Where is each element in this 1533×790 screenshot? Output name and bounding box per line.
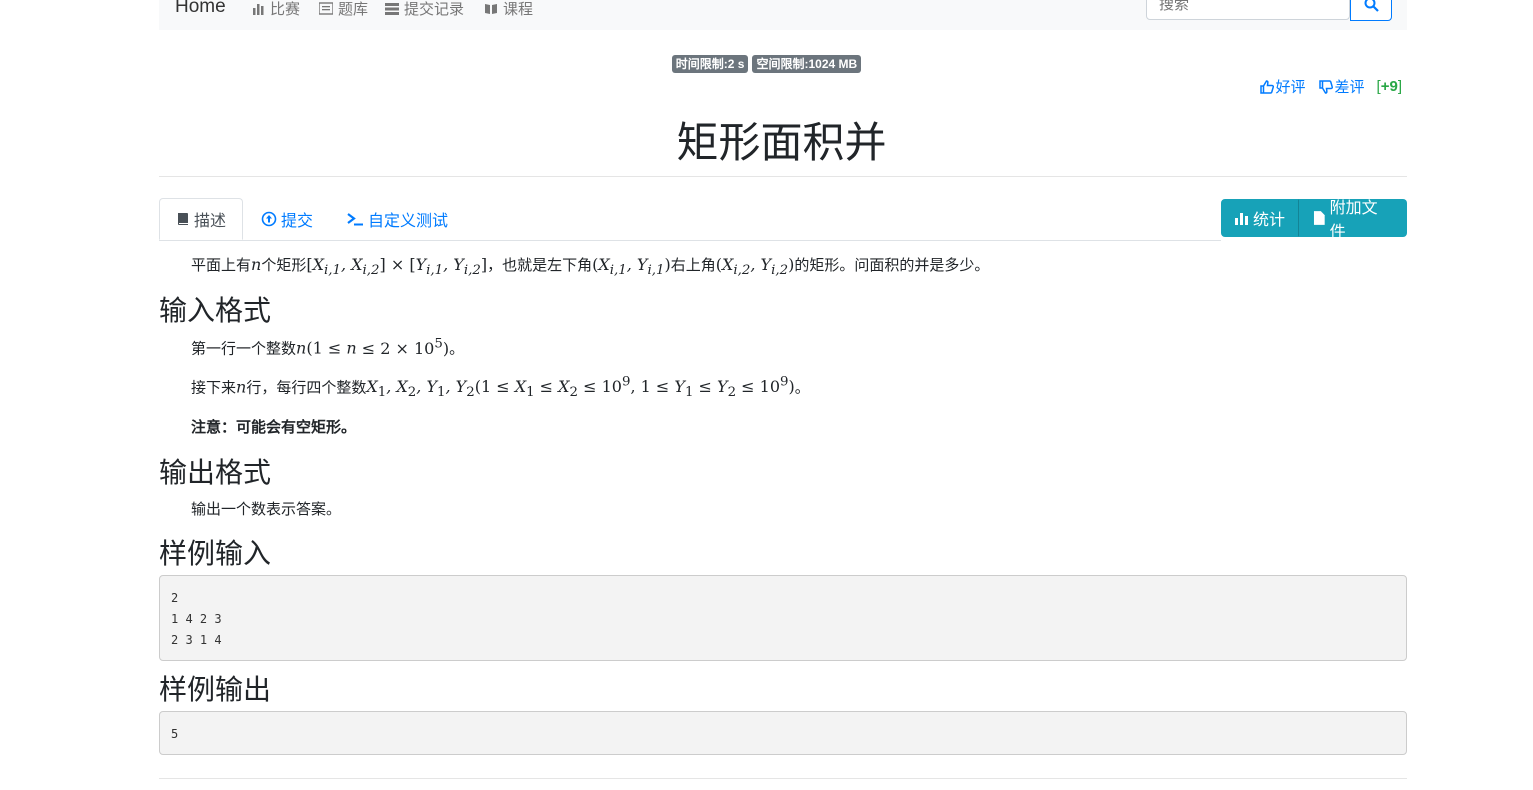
votes: 好评 差评 [+9] [1259,76,1402,97]
list-icon [319,2,333,15]
thumbs-down-icon [1318,79,1333,94]
input-line-1: 第一行一个整数n(1 ≤ n ≤ 2 × 105)。 [159,336,1407,358]
text: 平面上有 [191,257,252,274]
text: 。 [449,340,465,358]
stats-button-label: 统计 [1253,212,1286,229]
tab-label: 自定义测试 [368,213,449,230]
sample-input-heading: 样例输入 [159,538,272,570]
text: ，也就是左下角 [487,257,593,274]
text: 第一行一个整数 [191,340,297,358]
math: (Xi,2, Yi,2) [715,255,795,279]
navbar: Home 比赛 题库 提交记录 课程 [159,0,1407,30]
math: n [251,255,262,274]
problem-title: 矩形面积并 [676,119,887,166]
time-limit-badge: 时间限制:2 s [671,55,749,73]
tab-description[interactable]: 描述 [159,198,244,240]
downvote-link[interactable]: 差评 [1318,76,1365,97]
math: [Xi,1, Xi,2] × [Yi,1, Yi,2] [306,255,488,279]
math: (Xi,1, Yi,1) [592,255,671,279]
divider [159,176,1407,177]
sample-input-line: 2 3 1 4 [171,633,222,648]
file-icon [1313,211,1325,225]
nav-link-label: 提交记录 [404,1,465,18]
book-icon [485,4,497,14]
output-format-heading: 输出格式 [159,457,272,489]
nav-link-submissions[interactable]: 提交记录 [385,0,464,19]
nav-link-courses[interactable]: 课程 [484,0,533,19]
text: 接下来 [191,378,237,396]
input-format-heading: 输入格式 [159,295,272,327]
text: 右上角 [670,257,716,274]
nav-link-problems[interactable]: 题库 [319,0,368,19]
sample-input-line: 1 4 2 3 [171,612,222,627]
sample-output-heading: 样例输出 [159,674,272,706]
text: 个矩形 [261,257,307,274]
nav-link-label: 题库 [338,1,369,18]
divider [159,778,1407,779]
tab-label: 描述 [194,213,227,230]
description-paragraph: 平面上有n个矩形[Xi,1, Xi,2] × [Yi,1, Yi,2]，也就是左… [159,254,1407,278]
problem-content: 平面上有n个矩形[Xi,1, Xi,2] × [Yi,1, Yi,2]，也就是左… [159,250,1407,756]
sample-output-block[interactable]: 5 [159,711,1407,756]
math: n [236,376,247,396]
search-icon [1364,0,1379,12]
nav-brand[interactable]: Home [175,0,226,18]
text: 。 [794,378,810,396]
memory-limit-badge: 空间限制:1024 MB [752,55,862,73]
bar-chart-icon [253,4,264,15]
nav-link-contests[interactable]: 比赛 [252,0,300,19]
tasks-icon [385,3,399,15]
book-icon [178,213,188,225]
tab-custom-test[interactable]: 自定义测试 [330,198,464,240]
upload-icon [261,211,277,227]
vote-score: [+9] [1376,78,1402,95]
tab-submit[interactable]: 提交 [245,198,329,240]
sample-output-line: 5 [171,727,179,742]
sample-input-line: 2 [171,591,179,606]
search-input[interactable] [1146,0,1350,20]
text: 行，每行四个整数 [246,378,367,396]
stats-button[interactable]: 统计 [1221,199,1298,237]
terminal-icon [347,213,363,226]
downvote-label: 差评 [1334,79,1365,96]
action-buttons: 统计 附加文件 [1221,199,1407,241]
nav-link-label: 课程 [503,1,534,18]
input-note: 注意：可能会有空矩形。 [191,419,357,437]
text: 的矩形。问面积的并是多少。 [794,257,990,274]
thumbs-up-icon [1259,79,1274,94]
input-line-2: 接下来n行，每行四个整数X1, X2, Y1, Y2(1 ≤ X1 ≤ X2 ≤… [159,375,1407,401]
tab-label: 提交 [281,213,314,230]
upvote-label: 好评 [1275,79,1306,96]
search-button[interactable] [1350,0,1392,21]
nav-link-label: 比赛 [270,1,301,18]
math: n(1 ≤ n ≤ 2 × 105) [296,336,450,358]
bar-chart-icon [1235,212,1248,225]
sample-input-block[interactable]: 2 1 4 2 3 2 3 1 4 [159,575,1407,662]
attachments-button[interactable]: 附加文件 [1298,199,1407,241]
vote-score-value: +9 [1380,78,1398,95]
limits-badges: 时间限制:2 s 空间限制:1024 MB [0,55,1533,73]
upvote-link[interactable]: 好评 [1259,76,1306,97]
output-text: 输出一个数表示答案。 [191,501,342,519]
math: X1, X2, Y1, Y2(1 ≤ X1 ≤ X2 ≤ 109, 1 ≤ Y1… [366,374,795,401]
problem-tabs: 描述 提交 自定义测试 [159,198,1221,241]
attachments-button-label: 附加文件 [1329,200,1378,241]
